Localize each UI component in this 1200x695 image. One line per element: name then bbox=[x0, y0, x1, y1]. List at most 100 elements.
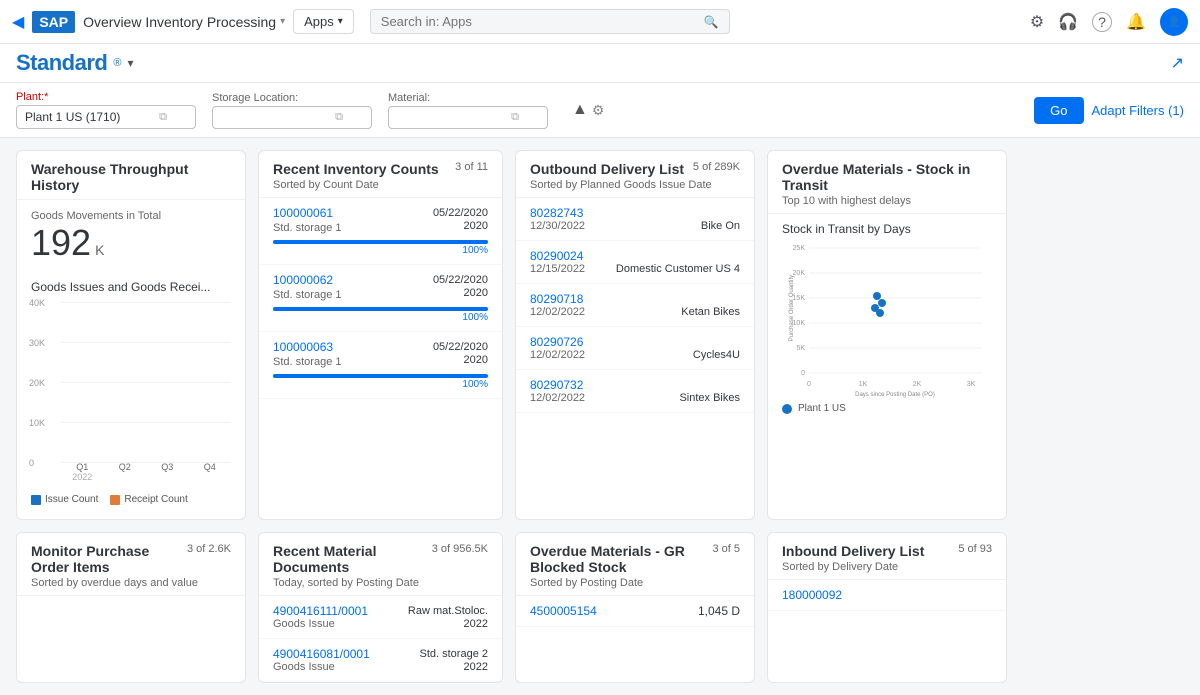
search-icon[interactable]: 🔍 bbox=[704, 15, 719, 29]
storage-copy-icon[interactable]: ⧉ bbox=[335, 111, 343, 124]
x-label-q1: Q1 2022 bbox=[61, 462, 104, 482]
inv-item-id-1[interactable]: 100000062 bbox=[273, 273, 333, 287]
settings-icon[interactable]: ⚙ bbox=[1030, 12, 1044, 32]
warehouse-card-header: Warehouse Throughput History bbox=[17, 151, 245, 200]
svg-text:Purchase Order Quantity: Purchase Order Quantity bbox=[789, 275, 795, 341]
delivery-row-2: 80290718 bbox=[530, 292, 740, 306]
material-label: Material: bbox=[388, 92, 548, 104]
list-item: 180000092 bbox=[768, 580, 1006, 611]
mat-id-1[interactable]: 4900416081/0001 bbox=[273, 647, 370, 661]
search-input[interactable] bbox=[381, 14, 698, 29]
inbound-id-0[interactable]: 180000092 bbox=[782, 588, 842, 602]
inv-item-header-1: 100000062 05/22/2020 bbox=[273, 273, 488, 287]
svg-text:0: 0 bbox=[801, 370, 805, 377]
overdue-gr-list: 4500005154 1,045 D bbox=[516, 596, 754, 627]
delivery-date-4: 12/02/2022 bbox=[530, 392, 585, 404]
inbound-count: 5 of 93 bbox=[958, 543, 992, 555]
material-input[interactable]: ⧉ bbox=[388, 106, 548, 129]
user-avatar[interactable]: 👤 bbox=[1160, 8, 1188, 36]
warehouse-bar-chart: 40K 30K 20K 10K 0 bbox=[17, 298, 245, 490]
delivery-date-0: 12/30/2022 bbox=[530, 220, 585, 232]
transit-legend-dot bbox=[782, 404, 792, 414]
warehouse-big-number: 192 K bbox=[31, 222, 231, 264]
search-bar: 🔍 bbox=[370, 9, 730, 34]
inv-item-id-2[interactable]: 100000063 bbox=[273, 340, 333, 354]
legend-receipt-label: Receipt Count bbox=[124, 494, 187, 505]
legend-issue-dot bbox=[31, 495, 41, 505]
delivery-row-3: 80290726 bbox=[530, 335, 740, 349]
bell-icon[interactable]: 🔔 bbox=[1126, 12, 1146, 32]
chart-title-area: Stock in Transit by Days bbox=[768, 214, 1006, 238]
back-button[interactable]: ◀ bbox=[12, 12, 24, 32]
inv-item-sub-1: Std. storage 1 bbox=[273, 289, 342, 301]
progress-bar-0 bbox=[273, 240, 488, 244]
chart-legend: Issue Count Receipt Count bbox=[17, 490, 245, 513]
plant-copy-icon[interactable]: ⧉ bbox=[159, 111, 167, 124]
mat-row-1: 4900416081/0001 Std. storage 2 bbox=[273, 647, 488, 661]
mat-detail-1: Goods Issue 2022 bbox=[273, 661, 488, 673]
outbound-subtitle: Sorted by Planned Goods Issue Date bbox=[530, 179, 740, 191]
sap-logo: SAP bbox=[32, 11, 75, 33]
delivery-date-1: 12/15/2022 bbox=[530, 263, 585, 275]
list-item: 100000062 05/22/2020 Std. storage 1 2020… bbox=[259, 265, 502, 332]
transit-chart-title: Stock in Transit by Days bbox=[782, 222, 911, 236]
delivery-name-2: Ketan Bikes bbox=[681, 306, 740, 318]
progress-label-0: 100% bbox=[273, 245, 488, 256]
transit-scatter-svg: 25K 20K 15K 10K 5K 0 0 1K 2K bbox=[782, 238, 992, 398]
export-icon[interactable]: ↗ bbox=[1171, 53, 1184, 73]
outbound-items-list: 80282743 12/30/2022 Bike On 80290024 12/… bbox=[516, 198, 754, 413]
help-icon[interactable]: ? bbox=[1092, 12, 1112, 32]
headset-icon[interactable]: 🎧 bbox=[1058, 12, 1078, 32]
delivery-id-3[interactable]: 80290726 bbox=[530, 335, 583, 349]
legend-issue: Issue Count bbox=[31, 494, 98, 505]
adapt-filters-button[interactable]: Adapt Filters (1) bbox=[1092, 103, 1184, 118]
go-button[interactable]: Go bbox=[1034, 97, 1083, 124]
list-item: 80282743 12/30/2022 Bike On bbox=[516, 198, 754, 241]
plant-filter: Plant:* Plant 1 US (1710) ⧉ bbox=[16, 91, 196, 129]
x-label-q3: Q3 bbox=[146, 462, 189, 482]
material-copy-icon[interactable]: ⧉ bbox=[511, 111, 519, 124]
storage-input[interactable]: ⧉ bbox=[212, 106, 372, 129]
inbound-card-header: 5 of 93 Inbound Delivery List Sorted by … bbox=[768, 533, 1006, 580]
x-labels: Q1 2022 Q2 Q3 Q4 bbox=[61, 462, 231, 482]
apps-label: Apps bbox=[304, 14, 334, 29]
delivery-id-2[interactable]: 80290718 bbox=[530, 292, 583, 306]
header-icons-group: ⚙ 🎧 ? 🔔 👤 bbox=[1030, 8, 1188, 36]
transit-legend-label: Plant 1 US bbox=[798, 403, 846, 414]
progress-label-2: 100% bbox=[273, 379, 488, 390]
delivery-id-1[interactable]: 80290024 bbox=[530, 249, 583, 263]
delivery-row-0: 80282743 bbox=[530, 206, 740, 220]
mat-type-0: Raw mat.Stoloc. bbox=[408, 605, 488, 617]
inventory-counts-card: 3 of 11 Recent Inventory Counts Sorted b… bbox=[258, 150, 503, 520]
mat-id-0[interactable]: 4900416111/0001 bbox=[273, 604, 368, 618]
material-filter: Material: ⧉ bbox=[388, 92, 548, 129]
overdue-gr-count: 3 of 5 bbox=[712, 543, 740, 555]
monitor-po-subtitle: Sorted by overdue days and value bbox=[31, 577, 231, 589]
inv-item-sub-2: Std. storage 1 bbox=[273, 356, 342, 368]
goods-movements-label: Goods Movements in Total bbox=[31, 210, 231, 222]
svg-text:5K: 5K bbox=[796, 345, 805, 352]
inbound-delivery-card: 5 of 93 Inbound Delivery List Sorted by … bbox=[767, 532, 1007, 683]
plant-input[interactable]: Plant 1 US (1710) ⧉ bbox=[16, 105, 196, 129]
outbound-delivery-card: 5 of 289K Outbound Delivery List Sorted … bbox=[515, 150, 755, 520]
storage-filter: Storage Location: ⧉ bbox=[212, 92, 372, 129]
svg-text:0: 0 bbox=[807, 381, 811, 388]
delivery-detail-4: 12/02/2022 Sintex Bikes bbox=[530, 392, 740, 404]
delivery-id-4[interactable]: 80290732 bbox=[530, 378, 583, 392]
delivery-detail-0: 12/30/2022 Bike On bbox=[530, 220, 740, 232]
inv-item-year-0: 2020 bbox=[464, 220, 488, 236]
brand-chevron-icon[interactable]: ▾ bbox=[127, 56, 133, 70]
delivery-date-2: 12/02/2022 bbox=[530, 306, 585, 318]
apps-button[interactable]: Apps ▾ bbox=[293, 9, 354, 34]
collapse-button[interactable]: ▲ ⚙ bbox=[572, 101, 604, 119]
mat-type-1: Std. storage 2 bbox=[420, 648, 489, 660]
gr-id-0[interactable]: 4500005154 bbox=[530, 604, 597, 618]
legend-issue-label: Issue Count bbox=[45, 494, 98, 505]
inv-item-id-0[interactable]: 100000061 bbox=[273, 206, 333, 220]
legend-receipt: Receipt Count bbox=[110, 494, 187, 505]
delivery-row-1: 80290024 bbox=[530, 249, 740, 263]
app-title[interactable]: Overview Inventory Processing ▾ bbox=[83, 14, 285, 30]
material-docs-count: 3 of 956.5K bbox=[432, 543, 488, 555]
delivery-id-0[interactable]: 80282743 bbox=[530, 206, 583, 220]
inventory-items-list: 100000061 05/22/2020 Std. storage 1 2020… bbox=[259, 198, 502, 399]
